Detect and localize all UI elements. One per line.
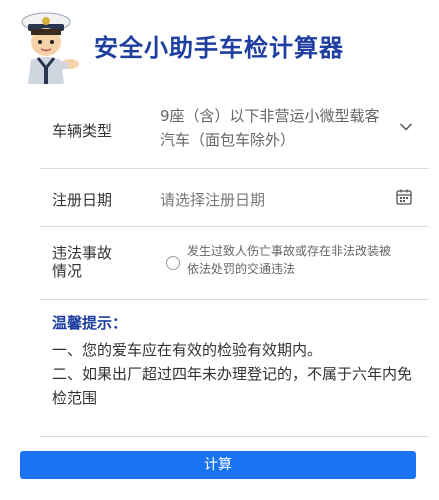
vehicle-type-label: 车辆类型: [52, 122, 113, 140]
chevron-down-icon[interactable]: [399, 120, 413, 134]
calculator-page: 安全小助手车检计算器 车辆类型 9座（含）以下非营运小微型载客汽车（面包车除外）…: [0, 0, 439, 500]
registration-date-field[interactable]: 注册日期 请选择注册日期: [40, 169, 429, 227]
traffic-police-mascot-icon: [21, 12, 79, 84]
header: 安全小助手车检计算器: [0, 0, 439, 88]
tip-item: 一、您的爱车应在有效的检验有效期内。: [52, 341, 323, 359]
inspection-form: 车辆类型 9座（含）以下非营运小微型载客汽车（面包车除外） 注册日期 请选择注册…: [40, 92, 429, 300]
tips-title: 温馨提示：: [52, 314, 128, 332]
calendar-icon[interactable]: [395, 188, 413, 206]
violation-option-text[interactable]: 发生过致人伤亡事故或存在非法改装被依法处罚的交通违法: [187, 242, 397, 278]
tip-item: 二、如果出厂超过四年未办理登记的，不属于六年内免检范围: [52, 365, 413, 407]
violation-label: 违法事故情况: [52, 244, 113, 280]
vehicle-type-select[interactable]: 车辆类型 9座（含）以下非营运小微型载客汽车（面包车除外）: [40, 92, 429, 169]
calculate-button[interactable]: 计算: [20, 451, 416, 479]
tips-body: 一、您的爱车应在有效的检验有效期内。 二、如果出厂超过四年未办理登记的，不属于六…: [52, 338, 417, 410]
violation-field: 违法事故情况 发生过致人伤亡事故或存在非法改装被依法处罚的交通违法: [40, 227, 429, 300]
registration-date-label: 注册日期: [52, 191, 113, 209]
registration-date-input[interactable]: 请选择注册日期: [160, 189, 265, 210]
vehicle-type-value[interactable]: 9座（含）以下非营运小微型载客汽车（面包车除外）: [160, 104, 390, 152]
tips-section: 温馨提示： 一、您的爱车应在有效的检验有效期内。 二、如果出厂超过四年未办理登记…: [40, 298, 429, 437]
violation-radio[interactable]: [166, 256, 180, 270]
app-title: 安全小助手车检计算器: [94, 34, 344, 62]
